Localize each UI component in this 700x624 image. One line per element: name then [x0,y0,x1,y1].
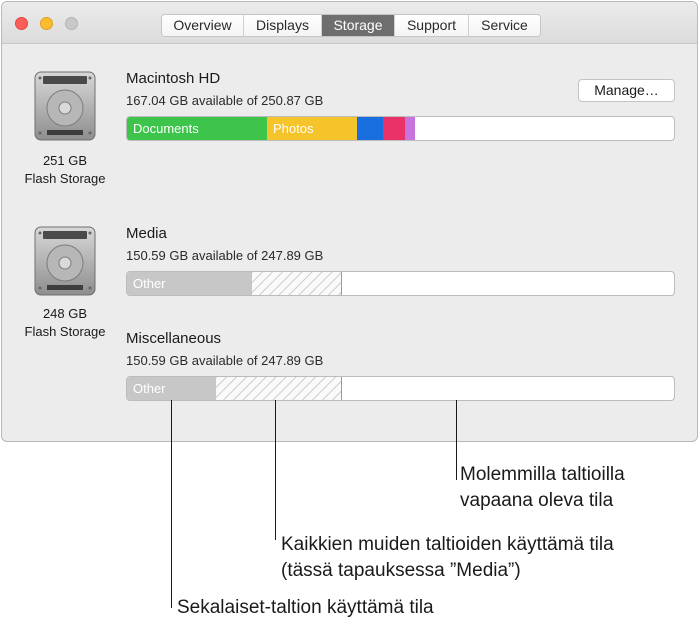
segment-other[interactable]: Other [127,377,216,400]
system-info-window: Overview Displays Storage Support Servic… [1,1,698,442]
title-bar: Overview Displays Storage Support Servic… [2,2,697,44]
drive-type: Flash Storage [24,171,106,186]
storage-bar-macintosh[interactable]: Documents Photos [126,116,675,141]
storage-bar-misc[interactable]: Other [126,376,675,401]
callout-others-line2: (tässä tapauksessa ”Media”) [281,560,521,581]
segment-blue[interactable] [357,117,383,140]
drive-caption: 248 GB Flash Storage [12,305,118,341]
segment-other[interactable]: Other [127,272,252,295]
volume-available-misc: 150.59 GB available of 247.89 GB [126,353,324,368]
drive-size: 248 GB [42,306,88,321]
segment-pink[interactable] [383,117,405,140]
volume-name-macintosh: Macintosh HD [126,70,221,87]
volume-name-media: Media [126,225,167,242]
tab-support[interactable]: Support [395,15,469,36]
minimize-button[interactable] [40,17,53,30]
segment-other-volumes[interactable] [216,377,342,400]
drive-size: 251 GB [42,153,88,168]
tab-overview[interactable]: Overview [162,15,244,36]
segment-photos[interactable]: Photos [267,117,357,140]
segment-other-volumes[interactable] [252,272,342,295]
callout-others-line1: Kaikkien muiden taltioiden käyttämä tila [281,534,614,555]
volume-name-misc: Miscellaneous [126,330,222,347]
callout-line-others [275,400,276,540]
tab-displays[interactable]: Displays [244,15,322,36]
segment-purple[interactable] [405,117,415,140]
volume-available-macintosh: 167.04 GB available of 250.87 GB [126,93,324,108]
hard-drive-icon [34,226,96,296]
drive-type: Flash Storage [24,324,106,339]
callout-free-space: Molemmilla taltioilla vapaana oleva tila [460,462,625,514]
volume-available-media: 150.59 GB available of 247.89 GB [126,248,324,263]
zoom-button[interactable] [65,17,78,30]
callout-other-volumes: Kaikkien muiden taltioiden käyttämä tila… [281,532,614,584]
callout-misc-used: Sekalaiset-taltion käyttämä tila [177,597,434,618]
close-button[interactable] [15,17,28,30]
tab-service[interactable]: Service [469,15,540,36]
tab-storage[interactable]: Storage [322,15,395,36]
callout-free-line1: Molemmilla taltioilla [460,464,625,485]
hard-drive-icon [34,71,96,141]
drive-caption: 251 GB Flash Storage [12,152,118,188]
segment-documents[interactable]: Documents [127,117,267,140]
tab-bar: Overview Displays Storage Support Servic… [161,14,541,37]
callout-free-line2: vapaana oleva tila [460,490,614,511]
manage-button[interactable]: Manage… [578,79,675,102]
callout-line-misc [171,400,172,608]
storage-bar-media[interactable]: Other [126,271,675,296]
callout-line-free [456,400,457,480]
